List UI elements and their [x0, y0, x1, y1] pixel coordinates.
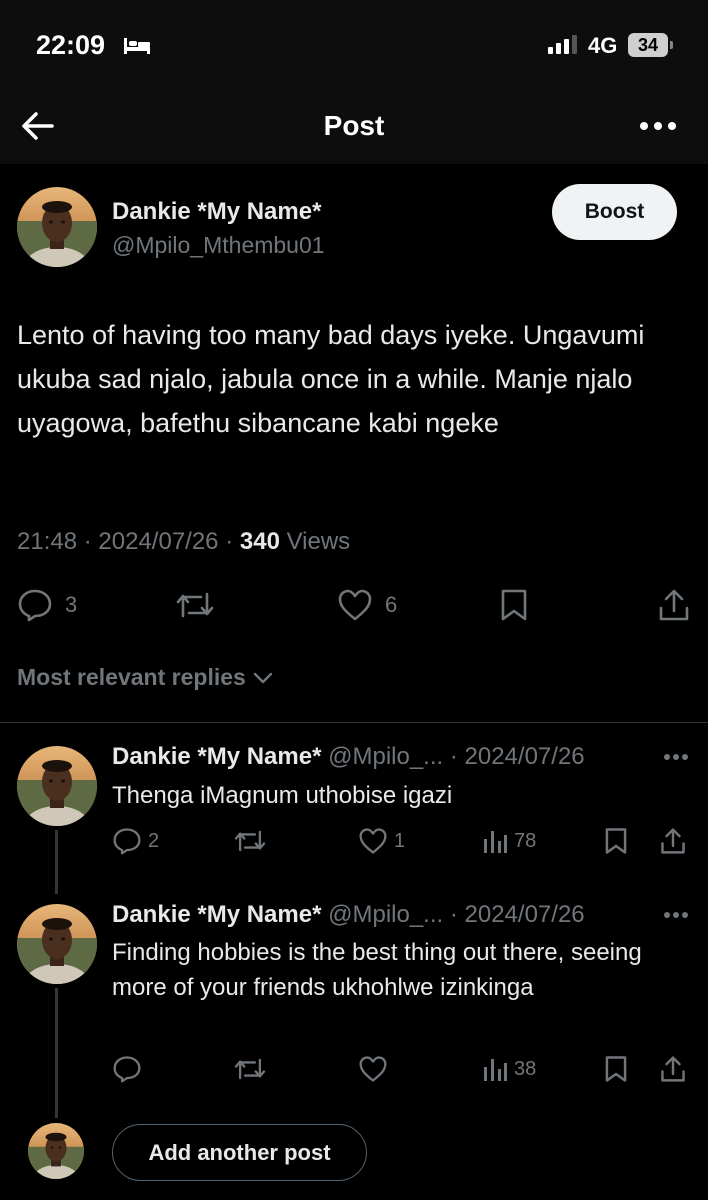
reply-author-name[interactable]: Dankie *My Name*	[112, 901, 321, 928]
sleep-mode-icon	[124, 38, 150, 54]
views-count: 78	[514, 829, 537, 852]
divider	[0, 722, 708, 723]
post-date: 2024/07/26	[98, 528, 219, 555]
post-time: 21:48	[17, 528, 78, 555]
post-text: Lento of having too many bad days iyeke.…	[17, 320, 645, 438]
battery-level: 34	[628, 33, 668, 57]
bookmark-icon	[605, 828, 627, 854]
like-button[interactable]: 6	[337, 588, 397, 622]
reply-author-name[interactable]: Dankie *My Name*	[112, 743, 321, 770]
status-bar: 22:09 4G 34	[0, 0, 708, 90]
bookmark-icon	[605, 1056, 627, 1082]
reply-more-icon[interactable]	[663, 911, 689, 919]
views-count: 340	[239, 528, 280, 555]
views-icon	[484, 1059, 507, 1081]
repost-icon	[234, 1058, 266, 1080]
status-time: 22:09	[36, 30, 106, 60]
reply-text: Finding hobbies is the best thing out th…	[112, 939, 642, 1001]
chevron-down-icon	[253, 672, 273, 683]
author-name[interactable]: Dankie *My Name*	[112, 198, 321, 226]
network-type: 4G	[588, 33, 618, 58]
add-another-post-button[interactable]: Add another post	[112, 1124, 367, 1181]
thread-line	[55, 988, 58, 1118]
like-count: 6	[385, 592, 398, 617]
reply-views-button[interactable]: 78	[482, 827, 536, 855]
share-icon	[661, 1056, 685, 1082]
reply-icon	[113, 828, 141, 855]
reply-button[interactable]: 3	[17, 588, 77, 622]
share-icon	[659, 589, 689, 621]
battery-icon: 34	[628, 33, 674, 57]
reply-repost-button[interactable]	[233, 827, 267, 855]
repost-icon	[176, 592, 214, 618]
reply-like-button[interactable]: 1	[358, 827, 405, 855]
heart-icon	[359, 1056, 387, 1082]
top-navigation: Post	[0, 90, 708, 164]
thread-line	[55, 830, 58, 894]
reply-more-icon[interactable]	[663, 753, 689, 761]
reply-count: 2	[148, 829, 160, 852]
reply-date: 2024/07/26	[464, 901, 585, 928]
views-icon	[484, 831, 507, 853]
reply-count: 3	[65, 592, 78, 617]
replies-sort-dropdown[interactable]: Most relevant replies	[17, 664, 274, 691]
replies-sort-label: Most relevant replies	[17, 664, 246, 690]
repost-button[interactable]	[175, 588, 215, 622]
reply-header: Dankie *My Name* @Mpilo_... · 2024/07/26	[112, 743, 585, 770]
signal-icon	[548, 35, 577, 54]
reply-views-button[interactable]: 38	[482, 1055, 536, 1083]
repost-icon	[234, 830, 266, 852]
user-avatar[interactable]	[28, 1123, 84, 1179]
reply-author-handle[interactable]: @Mpilo_...	[328, 901, 443, 928]
like-count: 1	[394, 829, 406, 852]
reply-reply-button[interactable]: 2	[112, 827, 159, 855]
reply-icon	[18, 589, 52, 622]
views-label: Views	[286, 528, 351, 555]
bookmark-icon	[501, 589, 527, 621]
page-title: Post	[323, 110, 385, 141]
share-icon	[661, 828, 685, 854]
boost-button[interactable]: Boost	[552, 184, 677, 240]
reply-icon	[113, 1056, 141, 1083]
reply-like-button[interactable]	[358, 1055, 388, 1083]
views-count: 38	[514, 1057, 537, 1080]
reply-share-button[interactable]	[660, 1055, 686, 1083]
reply-date: 2024/07/26	[464, 743, 585, 770]
heart-icon	[338, 589, 372, 621]
heart-icon	[359, 828, 387, 854]
reply-reply-button[interactable]	[112, 1055, 142, 1083]
author-handle[interactable]: @Mpilo_Mthembu01	[112, 232, 325, 259]
reply-author-handle[interactable]: @Mpilo_...	[328, 743, 443, 770]
reply-bookmark-button[interactable]	[604, 827, 628, 855]
reply-share-button[interactable]	[660, 827, 686, 855]
post-metadata: 21:48 · 2024/07/26 · 340 Views	[17, 528, 351, 555]
reply-bookmark-button[interactable]	[604, 1055, 628, 1083]
reply-avatar[interactable]	[17, 746, 97, 826]
more-options-icon[interactable]	[638, 120, 678, 132]
reply-header: Dankie *My Name* @Mpilo_... · 2024/07/26	[112, 901, 585, 928]
reply-text: Thenga iMagnum uthobise igazi	[112, 782, 453, 809]
reply-avatar[interactable]	[17, 904, 97, 984]
share-button[interactable]	[658, 588, 690, 622]
avatar[interactable]	[17, 187, 97, 267]
bookmark-button[interactable]	[500, 588, 528, 622]
reply-repost-button[interactable]	[233, 1055, 267, 1083]
